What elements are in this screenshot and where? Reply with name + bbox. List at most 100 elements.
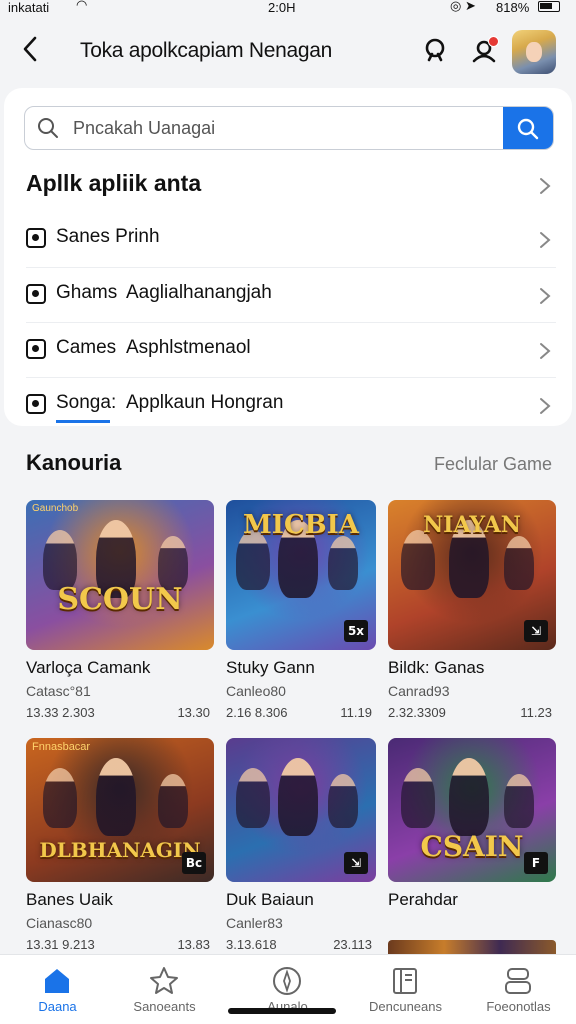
game-name: Perahdar bbox=[388, 890, 458, 909]
game-card[interactable]: DLBHANAGIN Fnnasbacar Bc Banes Uaik Cian… bbox=[26, 738, 214, 953]
game-name: Bildk: Ganas bbox=[388, 658, 485, 677]
game-card[interactable]: ⇲ Duk Baiaun Canler83 3.13.618 23.113 bbox=[226, 738, 376, 953]
back-button[interactable] bbox=[20, 34, 48, 70]
game-meta-right: 11.23 bbox=[520, 705, 552, 720]
character-figure bbox=[448, 758, 489, 836]
game-meta-left: 2.16 8.306 bbox=[226, 705, 288, 720]
game-thumbnail[interactable]: ⇲ bbox=[226, 738, 376, 882]
search-bar bbox=[24, 106, 554, 150]
battery-icon bbox=[538, 1, 560, 12]
notifications-button[interactable] bbox=[470, 36, 500, 66]
game-meta-right: 13.30 bbox=[177, 705, 210, 720]
carrier-label: inkatati bbox=[8, 0, 50, 15]
category-item[interactable]: Ghams Aaglialhanangjah bbox=[26, 267, 556, 322]
nav-label: Sanoeants bbox=[133, 999, 196, 1014]
status-bar: inkatati ◠ 2:0H ◎ ➤ 818% bbox=[0, 0, 576, 20]
game-badge: 5x bbox=[344, 620, 368, 642]
game-thumbnail[interactable]: CSAIN F bbox=[388, 738, 556, 882]
stack-icon bbox=[505, 968, 531, 994]
character-figure bbox=[327, 774, 358, 828]
app-header: Toka apolkcapiam Nenagan bbox=[0, 24, 576, 80]
game-name: Banes Uaik bbox=[26, 890, 113, 909]
app-square-icon bbox=[26, 339, 46, 359]
header-search-button[interactable] bbox=[422, 36, 452, 66]
character-figure bbox=[401, 768, 436, 828]
game-category: Cianasc80 bbox=[26, 915, 93, 931]
nav-item-favorites[interactable]: Sanoeants bbox=[107, 955, 222, 1024]
game-badge: ⇲ bbox=[344, 852, 368, 874]
game-card[interactable]: NIAYAN ⇲ Bildk: Ganas Canrad93 2.32.3309… bbox=[388, 500, 556, 721]
avatar[interactable] bbox=[512, 30, 556, 74]
chevron-right-icon bbox=[540, 232, 551, 248]
chevron-right-icon bbox=[540, 343, 551, 359]
category-item[interactable]: Cames Asphlstmenaol bbox=[26, 322, 556, 377]
chevron-right-icon bbox=[540, 178, 551, 194]
character-figure bbox=[278, 758, 318, 836]
character-figure bbox=[42, 530, 77, 590]
game-logo: NIAYAN bbox=[423, 512, 521, 538]
game-category: Canler83 bbox=[226, 915, 283, 931]
game-badge: ⇲ bbox=[524, 620, 548, 642]
game-logo: SCOUN bbox=[57, 582, 183, 617]
home-indicator[interactable] bbox=[228, 1008, 336, 1014]
category-sublabel: Applkaun Hongran bbox=[126, 392, 284, 413]
game-banner: Fnnasbacar bbox=[32, 741, 91, 753]
category-label: Songa: bbox=[56, 392, 117, 413]
game-meta-left: 3.13.618 bbox=[226, 937, 277, 952]
game-meta-left: 13.33 2.303 bbox=[26, 705, 95, 720]
game-category: Canrad93 bbox=[388, 683, 450, 699]
nav-item-more[interactable]: Foeonotlas bbox=[461, 955, 576, 1024]
game-meta: 13.33 2.303 13.30 bbox=[26, 705, 214, 721]
game-meta-right: 13.83 bbox=[177, 937, 210, 952]
game-meta-right: 11.19 bbox=[340, 705, 372, 720]
game-card[interactable]: MICBIA 5x Stuky Gann Canleo80 2.16 8.306… bbox=[226, 500, 376, 721]
game-thumbnail[interactable]: NIAYAN ⇲ bbox=[388, 500, 556, 650]
game-meta: 2.16 8.306 11.19 bbox=[226, 705, 376, 721]
battery-percent: 818% bbox=[496, 0, 530, 15]
game-meta: 3.13.618 23.113 bbox=[226, 937, 376, 953]
nav-label: Daana bbox=[38, 999, 77, 1014]
search-input[interactable] bbox=[73, 107, 493, 149]
game-badge: F bbox=[524, 852, 548, 874]
category-list: Sanes Prinh Ghams Aaglialhanangjah Cames… bbox=[26, 212, 556, 432]
game-badge: Bc bbox=[182, 852, 206, 874]
game-card[interactable]: SCOUN Gaunchob Varloça Camank Catasc°81 … bbox=[26, 500, 214, 721]
game-logo: MICBIA bbox=[243, 510, 359, 540]
category-item[interactable]: Songa: Applkaun Hongran bbox=[26, 377, 556, 432]
game-meta-left: 2.32.3309 bbox=[388, 705, 446, 720]
category-item[interactable]: Sanes Prinh bbox=[26, 212, 556, 267]
games-section-header: Kanouria Feclular Game bbox=[26, 450, 556, 480]
game-meta-left: 13.31 9.213 bbox=[26, 937, 95, 952]
game-name: Varloça Camank bbox=[26, 658, 151, 677]
clock: 2:0H bbox=[268, 0, 296, 15]
apps-section-header[interactable]: Apllk apliik anta bbox=[26, 170, 556, 206]
game-thumbnail[interactable]: MICBIA 5x bbox=[226, 500, 376, 650]
game-thumbnail[interactable]: SCOUN Gaunchob bbox=[26, 500, 214, 650]
location-icon: ◎ ➤ bbox=[450, 0, 476, 13]
category-label: Ghams bbox=[56, 282, 118, 303]
nav-item-home[interactable]: Daana bbox=[0, 955, 115, 1024]
app-square-icon bbox=[26, 394, 46, 414]
game-category: Catasc°81 bbox=[26, 683, 91, 699]
game-card[interactable]: CSAIN F Perahdar bbox=[388, 738, 556, 910]
wifi-icon: ◠ bbox=[76, 0, 88, 12]
search-icon bbox=[38, 118, 58, 138]
search-submit-button[interactable] bbox=[503, 107, 553, 149]
category-sublabel: Asphlstmenaol bbox=[126, 337, 251, 358]
page-title: Toka apolkcapiam Nenagan bbox=[80, 39, 332, 62]
game-banner: Gaunchob bbox=[32, 503, 79, 514]
game-meta: 2.32.3309 11.23 bbox=[388, 705, 556, 721]
app-square-icon bbox=[26, 284, 46, 304]
category-label: Sanes Prinh bbox=[56, 226, 160, 247]
active-tab-indicator bbox=[56, 420, 110, 423]
game-thumbnail[interactable]: DLBHANAGIN Fnnasbacar Bc bbox=[26, 738, 214, 882]
character-figure bbox=[236, 768, 270, 828]
category-label: Cames bbox=[56, 337, 117, 358]
character-figure bbox=[327, 536, 358, 590]
nav-item-library[interactable]: Dencuneans bbox=[348, 955, 463, 1024]
search-icon bbox=[425, 38, 445, 62]
games-section-title: Kanouria bbox=[26, 450, 122, 475]
featured-games-link[interactable]: Feclular Game bbox=[434, 454, 552, 475]
app-square-icon bbox=[26, 228, 46, 248]
character-figure bbox=[42, 768, 77, 828]
